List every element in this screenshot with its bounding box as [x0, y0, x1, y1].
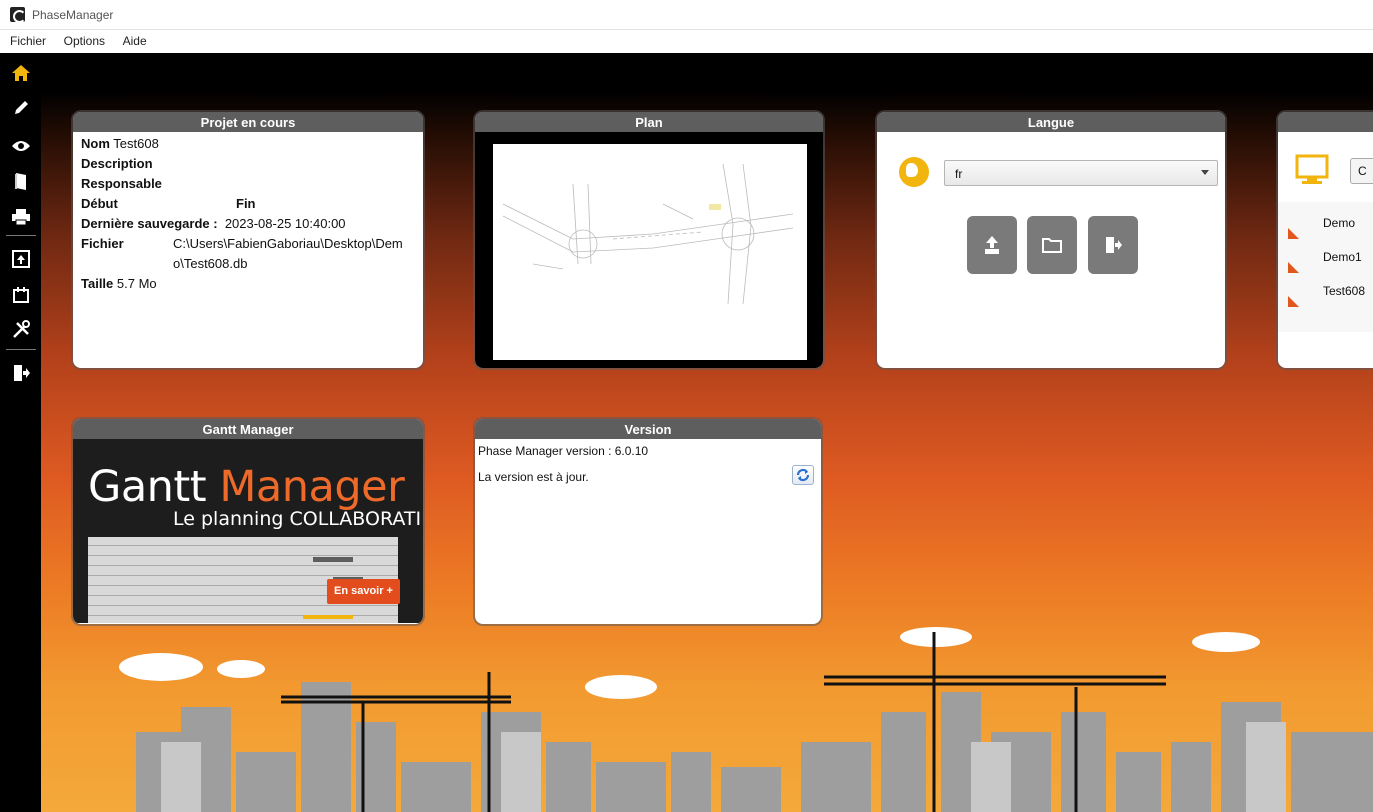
upload-button[interactable]: [967, 216, 1017, 274]
recent-project-name: Demo1: [1323, 250, 1362, 264]
home-icon[interactable]: [8, 60, 34, 86]
menu-options[interactable]: Options: [64, 30, 105, 48]
exit-app-button[interactable]: [1088, 216, 1138, 274]
title-bar: PhaseManager: [0, 0, 1373, 30]
language-card-header: Langue: [877, 112, 1225, 132]
recent-project-item[interactable]: Demo1: [1278, 248, 1373, 279]
size-value: 5.7 Mo: [116, 276, 157, 291]
app-logo-icon: [10, 7, 26, 23]
menu-bar: Fichier Options Aide: [0, 30, 1373, 53]
menu-aide[interactable]: Aide: [123, 30, 147, 48]
globe-icon: [899, 157, 929, 187]
dashboard: Projet en cours Nom Test608 Description …: [41, 53, 1373, 812]
eye-icon[interactable]: [8, 133, 34, 159]
recent-project-item[interactable]: Demo: [1278, 214, 1373, 245]
project-marker-icon: [1288, 228, 1299, 239]
printer-icon[interactable]: [8, 204, 34, 230]
recent-projects-header: [1278, 112, 1373, 132]
book-icon[interactable]: [8, 168, 34, 194]
name-value: Test608: [113, 136, 159, 151]
gantt-card-header: Gantt Manager: [73, 419, 423, 439]
project-marker-icon: [1288, 296, 1299, 307]
language-card: Langue fr: [877, 112, 1225, 368]
exit-icon: [1106, 237, 1122, 253]
gantt-title-white: Gantt: [88, 462, 220, 512]
menu-fichier[interactable]: Fichier: [10, 30, 46, 48]
window-title: PhaseManager: [32, 8, 114, 22]
learn-more-button[interactable]: En savoir +: [327, 579, 400, 604]
responsible-label: Responsable: [81, 176, 162, 191]
recent-project-name: Demo: [1323, 216, 1356, 230]
gantt-title-orange: Manager: [219, 462, 405, 512]
language-select[interactable]: fr: [944, 160, 1218, 186]
tools-icon[interactable]: [8, 317, 34, 343]
recent-action-button[interactable]: C: [1350, 158, 1373, 184]
gantt-manager-card: Gantt Manager Gantt Manager Le planning …: [73, 419, 423, 624]
name-label: Nom: [81, 136, 110, 151]
recent-project-name: Test608: [1323, 284, 1366, 298]
chevron-down-icon: [1201, 170, 1209, 175]
description-label: Description: [81, 156, 153, 171]
project-card-header: Projet en cours: [73, 112, 423, 132]
gantt-title: Gantt Manager: [88, 462, 405, 512]
folder-icon: [1042, 238, 1062, 253]
version-card-header: Version: [475, 419, 821, 439]
saved-value: 2023-08-25 10:40:00: [224, 216, 346, 231]
language-selected-value: fr: [955, 167, 963, 181]
recent-projects-card: C Demo Demo1 Test608: [1278, 112, 1373, 368]
end-label: Fin: [236, 196, 256, 211]
file-path-line2: o\Test608.db: [173, 256, 248, 271]
open-folder-button[interactable]: [1027, 216, 1077, 274]
version-number: Phase Manager version : 6.0.10: [478, 444, 649, 458]
monitor-icon: [1295, 154, 1329, 186]
file-path-line1: C:\Users\FabienGaboriau\Desktop\Dem: [173, 236, 403, 251]
plan-preview-image[interactable]: [493, 144, 807, 360]
pencil-icon[interactable]: [8, 95, 34, 121]
export-icon[interactable]: [8, 246, 34, 272]
refresh-version-button[interactable]: [792, 465, 814, 485]
calendar-icon[interactable]: [8, 282, 34, 308]
project-marker-icon: [1288, 262, 1299, 273]
version-card: Version Phase Manager version : 6.0.10 L…: [475, 419, 821, 624]
recent-project-item[interactable]: Test608: [1278, 282, 1373, 313]
plan-card: Plan: [475, 112, 823, 368]
sidebar: [0, 53, 41, 812]
sidebar-divider: [6, 349, 36, 350]
sidebar-divider: [6, 235, 36, 236]
file-label: Fichier: [81, 236, 124, 251]
size-label: Taille: [81, 276, 114, 291]
refresh-icon: [796, 468, 810, 482]
gantt-subtitle: Le planning COLLABORATIF: [173, 508, 423, 530]
version-status: La version est à jour.: [478, 470, 589, 484]
city-skyline-illustration: [119, 627, 1373, 812]
upload-icon: [985, 236, 999, 254]
plan-card-header: Plan: [475, 112, 823, 132]
start-label: Début: [81, 196, 118, 211]
saved-label: Dernière sauvegarde :: [81, 216, 218, 231]
exit-icon[interactable]: [8, 360, 34, 386]
gantt-promo-banner[interactable]: Gantt Manager Le planning COLLABORATIF E…: [73, 439, 423, 623]
project-card: Projet en cours Nom Test608 Description …: [73, 112, 423, 368]
